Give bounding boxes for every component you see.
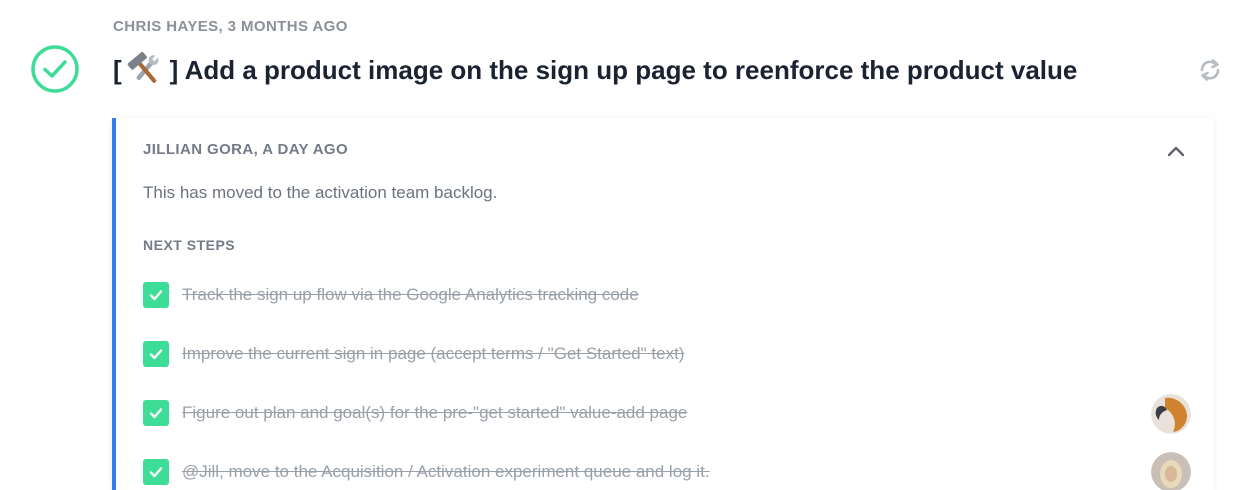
step-text: Improve the current sign in page (accept… <box>182 344 685 363</box>
comment-card: JILLIAN GORA, A DAY AGO This has moved t… <box>112 118 1214 490</box>
step-checkbox[interactable] <box>143 400 169 426</box>
next-step-item: Figure out plan and goal(s) for the pre-… <box>143 400 1193 426</box>
next-steps-label: NEXT STEPS <box>143 237 236 253</box>
item-meta: CHRIS HAYES, 3 MONTHS AGO <box>113 18 348 35</box>
step-text: @Jill, move to the Acquisition / Activat… <box>182 462 710 481</box>
checkmark-icon <box>149 349 163 360</box>
item-title: [ ] Add a product image on the sign up p… <box>113 52 1077 88</box>
comment-meta: JILLIAN GORA, A DAY AGO <box>143 141 349 158</box>
title-text: ] Add a product image on the sign up pag… <box>169 54 1078 85</box>
step-text: Track the sign up flow via the Google An… <box>182 285 639 304</box>
checkmark-icon <box>149 467 163 478</box>
avatar[interactable] <box>1151 452 1191 490</box>
title-prefix: [ <box>113 54 122 85</box>
avatar[interactable] <box>1151 394 1191 434</box>
next-step-item: @Jill, move to the Acquisition / Activat… <box>143 459 1193 485</box>
step-checkbox[interactable] <box>143 459 169 485</box>
checkmark-icon <box>149 408 163 419</box>
comment-body: This has moved to the activation team ba… <box>143 183 498 202</box>
refresh-icon[interactable] <box>1196 56 1224 84</box>
check-circle-icon[interactable] <box>30 44 80 94</box>
next-step-item: Improve the current sign in page (accept… <box>143 341 1193 367</box>
step-checkbox[interactable] <box>143 341 169 367</box>
hammer-and-wrench-icon <box>127 52 159 83</box>
chevron-up-icon[interactable] <box>1166 144 1186 158</box>
step-text: Figure out plan and goal(s) for the pre-… <box>182 403 688 422</box>
checkmark-icon <box>149 290 163 301</box>
step-checkbox[interactable] <box>143 282 169 308</box>
next-step-item: Track the sign up flow via the Google An… <box>143 282 1193 308</box>
